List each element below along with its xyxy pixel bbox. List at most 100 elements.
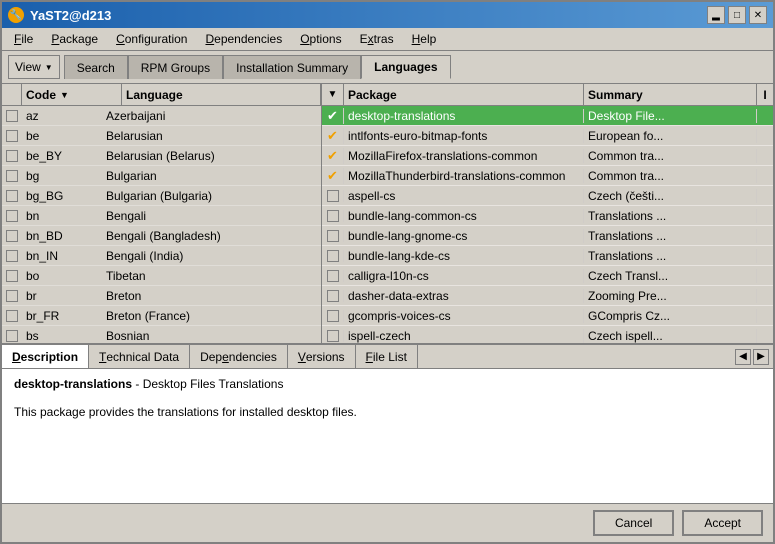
desc-nav-left[interactable]: ◀: [735, 349, 751, 365]
pkg-summary: Czech ispell...: [584, 329, 757, 343]
pkg-name: bundle-lang-gnome-cs: [344, 229, 584, 243]
lang-code: bs: [22, 329, 102, 343]
pkg-checkbox[interactable]: [322, 230, 344, 242]
cancel-button[interactable]: Cancel: [593, 510, 674, 536]
pkg-summary: Czech Transl...: [584, 269, 757, 283]
pkg-checkbox[interactable]: ✔: [322, 148, 344, 164]
lang-checkbox[interactable]: [2, 110, 22, 122]
pkg-row[interactable]: aspell-csCzech (češti...: [322, 186, 773, 206]
close-button[interactable]: ✕: [749, 6, 767, 24]
lang-checkbox[interactable]: [2, 250, 22, 262]
desc-pkg-name: desktop-translations: [14, 377, 132, 391]
lang-code: bn: [22, 209, 102, 223]
view-button[interactable]: View ▼: [8, 55, 60, 79]
pkg-col-check-header: ▼: [322, 84, 344, 105]
pkg-summary: Common tra...: [584, 149, 757, 163]
lang-row[interactable]: bnBengali: [2, 206, 321, 226]
lang-checkbox[interactable]: [2, 210, 22, 222]
lang-checkbox[interactable]: [2, 170, 22, 182]
lang-name: Tibetan: [102, 269, 321, 283]
menu-configuration[interactable]: Configuration: [108, 30, 195, 48]
lang-name: Bulgarian: [102, 169, 321, 183]
lang-row[interactable]: br_FRBreton (France): [2, 306, 321, 326]
lang-checkbox[interactable]: [2, 290, 22, 302]
desc-separator: -: [135, 377, 142, 391]
lang-row[interactable]: bg_BGBulgarian (Bulgaria): [2, 186, 321, 206]
desc-tab-technical[interactable]: Technical Data: [89, 345, 190, 368]
lang-row[interactable]: bsBosnian: [2, 326, 321, 343]
lang-row[interactable]: azAzerbaijani: [2, 106, 321, 126]
pkg-summary: GCompris Cz...: [584, 309, 757, 323]
menu-help[interactable]: Help: [404, 30, 445, 48]
lang-checkbox[interactable]: [2, 190, 22, 202]
menu-dependencies[interactable]: Dependencies: [197, 30, 290, 48]
lang-name: Bengali (India): [102, 249, 321, 263]
pkg-row[interactable]: bundle-lang-gnome-csTranslations ...: [322, 226, 773, 246]
lang-checkbox[interactable]: [2, 130, 22, 142]
col-header-summary[interactable]: Summary: [584, 84, 757, 105]
pkg-table-header: ▼ Package Summary I: [322, 84, 773, 106]
pkg-row[interactable]: ✔desktop-translationsDesktop File...: [322, 106, 773, 126]
menu-options[interactable]: Options: [292, 30, 349, 48]
footer: Cancel Accept: [2, 503, 773, 542]
desc-tab-filelist[interactable]: File List: [356, 345, 418, 368]
desc-tab-versions[interactable]: Versions: [288, 345, 356, 368]
lang-row[interactable]: bgBulgarian: [2, 166, 321, 186]
minimize-button[interactable]: ▂: [707, 6, 725, 24]
desc-body: This package provides the translations f…: [14, 405, 357, 419]
titlebar: 🔧 YaST2@d213 ▂ □ ✕: [2, 2, 773, 28]
pkg-checkbox[interactable]: ✔: [322, 128, 344, 144]
tab-languages[interactable]: Languages: [361, 55, 450, 79]
maximize-button[interactable]: □: [728, 6, 746, 24]
lang-code: br_FR: [22, 309, 102, 323]
col-header-lang[interactable]: Language: [122, 84, 321, 105]
lang-row[interactable]: be_BYBelarusian (Belarus): [2, 146, 321, 166]
pkg-row[interactable]: calligra-l10n-csCzech Transl...: [322, 266, 773, 286]
lang-checkbox[interactable]: [2, 150, 22, 162]
desc-nav-right[interactable]: ▶: [753, 349, 769, 365]
menu-package[interactable]: Package: [43, 30, 106, 48]
sort-icon: ▼: [328, 89, 338, 100]
lang-row[interactable]: bn_INBengali (India): [2, 246, 321, 266]
tab-search[interactable]: Search: [64, 55, 128, 79]
lang-checkbox[interactable]: [2, 270, 22, 282]
col-header-package[interactable]: Package: [344, 84, 584, 105]
lang-row[interactable]: boTibetan: [2, 266, 321, 286]
lang-row[interactable]: bn_BDBengali (Bangladesh): [2, 226, 321, 246]
pkg-row[interactable]: ispell-czechCzech ispell...: [322, 326, 773, 343]
pkg-row[interactable]: gcompris-voices-csGCompris Cz...: [322, 306, 773, 326]
tab-rpm-groups[interactable]: RPM Groups: [128, 55, 223, 79]
pkg-summary: Common tra...: [584, 169, 757, 183]
col-header-code[interactable]: Code ▼: [22, 84, 122, 105]
pkg-checkbox[interactable]: [322, 290, 344, 302]
lang-checkbox[interactable]: [2, 330, 22, 342]
lang-checkbox[interactable]: [2, 230, 22, 242]
menu-extras[interactable]: Extras: [352, 30, 402, 48]
pkg-row[interactable]: bundle-lang-kde-csTranslations ...: [322, 246, 773, 266]
desc-tab-dependencies[interactable]: Dependencies: [190, 345, 288, 368]
tab-installation-summary[interactable]: Installation Summary: [223, 55, 361, 79]
accept-button[interactable]: Accept: [682, 510, 763, 536]
pkg-row[interactable]: dasher-data-extrasZooming Pre...: [322, 286, 773, 306]
pkg-row[interactable]: bundle-lang-common-csTranslations ...: [322, 206, 773, 226]
lang-list[interactable]: azAzerbaijanibeBelarusianbe_BYBelarusian…: [2, 106, 321, 343]
pkg-checkbox[interactable]: ✔: [322, 108, 344, 124]
lang-checkbox[interactable]: [2, 310, 22, 322]
pkg-checkbox[interactable]: ✔: [322, 168, 344, 184]
lang-row[interactable]: beBelarusian: [2, 126, 321, 146]
pkg-list[interactable]: ✔desktop-translationsDesktop File...✔int…: [322, 106, 773, 343]
pkg-row[interactable]: ✔intlfonts-euro-bitmap-fontsEuropean fo.…: [322, 126, 773, 146]
menu-file[interactable]: File: [6, 30, 41, 48]
desc-tab-description[interactable]: Description: [2, 345, 89, 368]
pkg-checkbox[interactable]: [322, 210, 344, 222]
pkg-name: intlfonts-euro-bitmap-fonts: [344, 129, 584, 143]
pkg-checkbox[interactable]: [322, 310, 344, 322]
desc-tabs: Description Technical Data Dependencies …: [2, 345, 773, 369]
pkg-checkbox[interactable]: [322, 190, 344, 202]
pkg-checkbox[interactable]: [322, 330, 344, 342]
pkg-checkbox[interactable]: [322, 270, 344, 282]
pkg-checkbox[interactable]: [322, 250, 344, 262]
pkg-row[interactable]: ✔MozillaFirefox-translations-commonCommo…: [322, 146, 773, 166]
pkg-row[interactable]: ✔MozillaThunderbird-translations-commonC…: [322, 166, 773, 186]
lang-row[interactable]: brBreton: [2, 286, 321, 306]
